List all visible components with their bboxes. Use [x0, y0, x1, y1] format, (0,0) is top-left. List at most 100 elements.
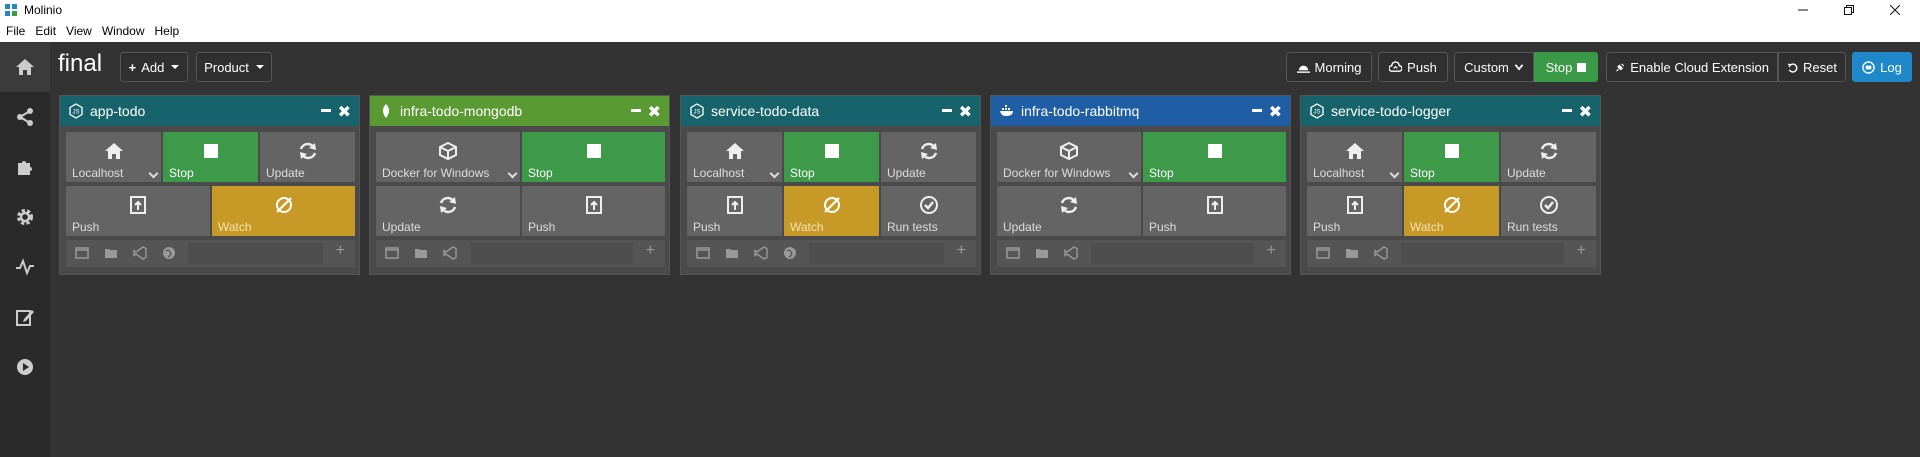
close-window-button[interactable]	[1872, 0, 1918, 20]
push-button[interactable]: Push	[1307, 186, 1402, 236]
push-label: Push	[528, 220, 556, 234]
minimize-card-button[interactable]	[1252, 109, 1262, 112]
watch-button[interactable]: Watch	[1404, 186, 1499, 236]
folder-icon[interactable]	[724, 246, 740, 260]
environment-select[interactable]: Localhost	[66, 132, 161, 182]
vscode-icon[interactable]	[753, 246, 769, 260]
close-card-button[interactable]: ✖	[1269, 102, 1282, 122]
close-card-button[interactable]: ✖	[648, 102, 661, 122]
globe-icon[interactable]	[161, 246, 177, 260]
service-card-header[interactable]: JS service-todo-logger ✖	[1301, 96, 1600, 126]
terminal-icon[interactable]	[384, 246, 400, 260]
stop-button[interactable]: Stop	[163, 132, 258, 182]
run-tests-button[interactable]: Run tests	[881, 186, 976, 236]
menu-file[interactable]: File	[6, 24, 25, 38]
environment-label: Localhost	[1313, 166, 1365, 180]
add-tool-button[interactable]: +	[1577, 242, 1586, 260]
watch-button[interactable]: Watch	[784, 186, 879, 236]
close-card-button[interactable]: ✖	[338, 102, 351, 122]
upload-file-icon	[583, 194, 605, 216]
terminal-icon[interactable]	[1005, 246, 1021, 260]
sidebar-run-button[interactable]	[0, 342, 50, 392]
close-card-button[interactable]: ✖	[1579, 102, 1592, 122]
restore-window-button[interactable]	[1826, 0, 1872, 20]
push-button[interactable]: Push	[522, 186, 665, 236]
stop-button[interactable]: Stop	[1143, 132, 1286, 182]
add-tool-button[interactable]: +	[646, 242, 655, 260]
environment-label: Docker for Windows	[382, 166, 490, 180]
folder-icon[interactable]	[103, 246, 119, 260]
push-button[interactable]: Push	[66, 186, 210, 236]
minimize-window-button[interactable]	[1780, 0, 1826, 20]
reset-button[interactable]: Reset	[1778, 52, 1846, 82]
service-card-header[interactable]: JS app-todo ✖	[60, 96, 359, 126]
stop-button[interactable]: Stop	[522, 132, 665, 182]
card-footer: +	[997, 240, 1286, 267]
menu-help[interactable]: Help	[155, 24, 180, 38]
vscode-icon[interactable]	[132, 246, 148, 260]
product-button[interactable]: Product	[196, 52, 272, 82]
update-button[interactable]: Update	[260, 132, 355, 182]
add-tool-button[interactable]: +	[1267, 242, 1276, 260]
sidebar-activity-button[interactable]	[0, 242, 50, 292]
environment-select[interactable]: Localhost	[687, 132, 782, 182]
push-button[interactable]: Push	[687, 186, 782, 236]
update-button[interactable]: Update	[376, 186, 520, 236]
minimize-card-button[interactable]	[942, 109, 952, 112]
push-button[interactable]: Push	[1143, 186, 1286, 236]
morning-button[interactable]: Morning	[1286, 52, 1372, 82]
stop-button[interactable]: Stop	[1404, 132, 1499, 182]
sidebar-settings-button[interactable]	[0, 192, 50, 242]
log-button[interactable]: Log	[1852, 52, 1912, 82]
service-card-header[interactable]: infra-todo-mongodb ✖	[370, 96, 669, 126]
menu-view[interactable]: View	[66, 24, 92, 38]
plug-icon	[1616, 62, 1625, 72]
menu-edit[interactable]: Edit	[35, 24, 56, 38]
globe-icon[interactable]	[782, 246, 798, 260]
cube-icon	[437, 140, 459, 162]
minimize-card-button[interactable]	[631, 109, 641, 112]
add-button[interactable]: + Add	[120, 52, 188, 82]
service-card-header[interactable]: JS service-todo-data ✖	[681, 96, 980, 126]
run-tests-label: Run tests	[887, 220, 938, 234]
watch-button[interactable]: Watch	[212, 186, 355, 236]
stop-all-button[interactable]: Stop	[1534, 52, 1598, 82]
add-tool-button[interactable]: +	[336, 242, 345, 260]
folder-icon[interactable]	[1344, 246, 1360, 260]
custom-profile-button[interactable]: Custom	[1454, 52, 1534, 82]
terminal-icon[interactable]	[74, 246, 90, 260]
update-button[interactable]: Update	[997, 186, 1141, 236]
folder-icon[interactable]	[413, 246, 429, 260]
vscode-icon[interactable]	[442, 246, 458, 260]
sidebar-edit-button[interactable]	[0, 292, 50, 342]
terminal-icon[interactable]	[695, 246, 711, 260]
watch-icon	[821, 194, 843, 216]
vscode-icon[interactable]	[1373, 246, 1389, 260]
minimize-card-button[interactable]	[1562, 109, 1572, 112]
sidebar-plugins-button[interactable]	[0, 142, 50, 192]
add-tool-button[interactable]: +	[957, 242, 966, 260]
update-button[interactable]: Update	[881, 132, 976, 182]
close-card-button[interactable]: ✖	[959, 102, 972, 122]
environment-label: Localhost	[693, 166, 745, 180]
stop-button[interactable]: Stop	[784, 132, 879, 182]
service-card-service-todo-logger: JS service-todo-logger ✖ Localhost Stop …	[1300, 95, 1601, 275]
sidebar-share-button[interactable]	[0, 92, 50, 142]
push-all-button[interactable]: Push	[1378, 52, 1448, 82]
folder-icon[interactable]	[1034, 246, 1050, 260]
service-name: infra-todo-rabbitmq	[1021, 103, 1140, 119]
vscode-icon[interactable]	[1063, 246, 1079, 260]
enable-cloud-extension-button[interactable]: Enable Cloud Extension	[1606, 52, 1778, 82]
reset-button-label: Reset	[1803, 59, 1837, 75]
update-button[interactable]: Update	[1501, 132, 1596, 182]
menu-window[interactable]: Window	[102, 24, 145, 38]
run-tests-button[interactable]: Run tests	[1501, 186, 1596, 236]
sidebar-home-button[interactable]	[0, 42, 50, 92]
minimize-card-button[interactable]	[321, 109, 331, 112]
environment-select[interactable]: Localhost	[1307, 132, 1402, 182]
stop-square-icon	[583, 140, 605, 162]
environment-select[interactable]: Docker for Windows	[376, 132, 520, 182]
terminal-icon[interactable]	[1315, 246, 1331, 260]
service-card-header[interactable]: infra-todo-rabbitmq ✖	[991, 96, 1290, 126]
environment-select[interactable]: Docker for Windows	[997, 132, 1141, 182]
